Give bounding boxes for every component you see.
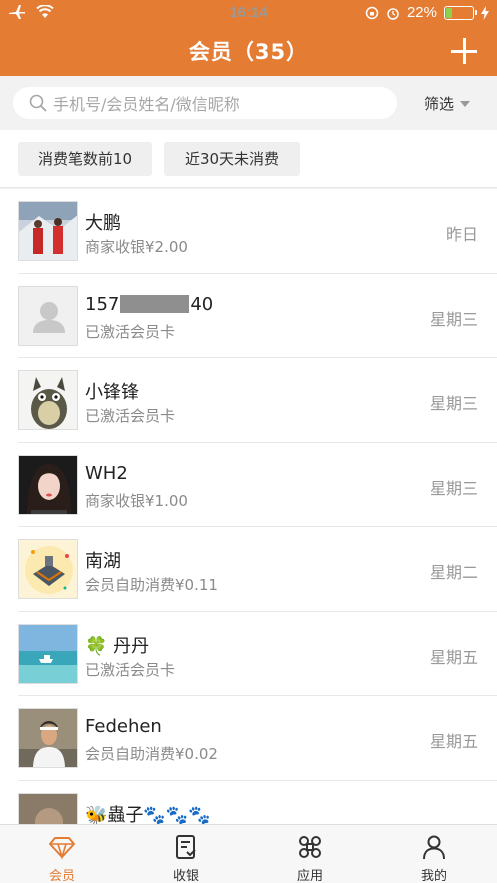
diamond-icon [49,837,75,860]
member-time: 星期二 [429,563,478,582]
status-bar: 16:14 22% [0,0,497,26]
search-icon [29,94,47,112]
charging-icon [481,5,489,20]
list-item[interactable]: Fedehen 会员自助消费¥0.02 星期五 [0,696,497,781]
receipt-icon [176,835,196,859]
list-item[interactable]: 小锋锋 已激活会员卡 星期三 [0,358,497,443]
filter-dropdown[interactable]: 筛选 [424,93,471,114]
member-name: 🍀 丹丹 [85,635,150,657]
member-name: 大鹏 [85,213,121,234]
tab-label: 会员 [48,869,75,883]
member-name: 小锋锋 [85,382,139,403]
page-title: 会员（35） [188,40,309,64]
avatar [18,792,78,824]
search-input[interactable]: 手机号/会员姓名/微信昵称 [13,87,397,119]
member-time: 昨日 [445,225,478,244]
tab-label: 收银 [172,869,199,883]
avatar [18,708,78,768]
avatar [18,201,78,261]
filter-label: 筛选 [424,95,455,113]
tab-bar: 会员 收银 应用 我的 [0,824,497,883]
status-right: 22% [365,4,489,21]
member-name: WH2 [85,462,128,484]
tab-apps[interactable]: 应用 [248,825,372,883]
lock-rotation-icon [365,6,379,19]
user-icon [423,835,445,860]
tab-members[interactable]: 会员 [0,825,124,883]
chevron-down-icon [460,100,471,107]
tab-label: 应用 [296,869,323,883]
avatar [18,454,78,515]
search-placeholder: 手机号/会员姓名/微信昵称 [53,95,240,114]
member-detail: 已激活会员卡 [85,660,176,679]
member-detail: 已激活会员卡 [85,407,176,425]
add-member-button[interactable] [451,38,477,64]
member-name: 157 40 [85,294,213,315]
nav-bar: 会员（35） [0,26,497,76]
list-item[interactable]: 157 40 已激活会员卡 星期三 [0,274,497,358]
avatar [18,539,78,599]
alarm-icon [387,7,399,20]
member-name: 🐝蟲子🐾🐾🐾 [85,804,211,825]
battery-icon [444,5,477,20]
phone-prefix: 157 [85,293,120,315]
tab-me[interactable]: 我的 [372,825,496,883]
member-time: 星期三 [429,478,478,498]
command-icon [299,836,321,858]
member-detail: 会员自助消费¥0.02 [85,745,218,763]
tab-label: 我的 [420,869,447,883]
member-time: 星期三 [429,309,478,329]
member-time: 星期三 [429,394,478,413]
redaction-mask [120,295,190,313]
member-list: 大鹏 商家收银¥2.00 昨日 157 40 已激活会员卡 星期三 小锋锋 已激… [0,189,497,824]
tab-cashier[interactable]: 收银 [124,825,248,883]
avatar [18,623,78,684]
avatar [18,285,78,346]
member-name: 南湖 [85,551,121,572]
member-time: 星期五 [429,732,478,751]
quick-filter-tags: 消费笔数前10 近30天未消费 [0,130,497,188]
list-item[interactable]: 大鹏 商家收银¥2.00 昨日 [0,189,497,274]
list-item[interactable]: WH2 商家收银¥1.00 星期三 [0,443,497,527]
tag-top-10-orders[interactable]: 消费笔数前10 [18,142,152,176]
search-area: 手机号/会员姓名/微信昵称 筛选 [0,76,497,130]
tag-no-consumption-30-days[interactable]: 近30天未消费 [164,142,300,176]
battery-percent: 22% [406,4,437,21]
member-name: Fedehen [85,716,162,737]
list-item[interactable]: 🍀 丹丹 已激活会员卡 星期五 [0,612,497,696]
list-item[interactable]: 🐝蟲子🐾🐾🐾 [0,781,497,825]
member-detail: 商家收银¥1.00 [85,491,188,510]
list-item[interactable]: 南湖 会员自助消费¥0.11 星期二 [0,527,497,612]
avatar [18,370,78,430]
member-detail: 商家收银¥2.00 [85,238,188,256]
member-detail: 会员自助消费¥0.11 [85,576,218,594]
member-time: 星期五 [429,647,478,667]
default-avatar-icon [19,286,77,345]
member-detail: 已激活会员卡 [85,322,176,341]
phone-suffix: 40 [190,293,214,315]
